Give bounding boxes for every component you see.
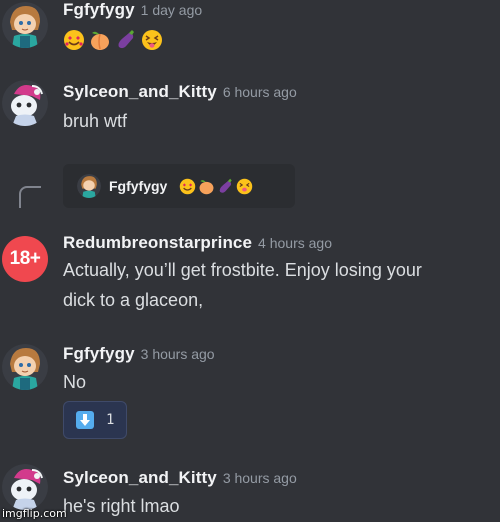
message-emojis — [63, 29, 163, 51]
smiling-face-hearts-icon — [180, 178, 196, 194]
avatar[interactable] — [2, 344, 48, 390]
squinting-tongue-face-icon — [237, 178, 253, 194]
timestamp: 3 hours ago — [140, 346, 215, 362]
reply-preview[interactable]: Fgfyfygy — [63, 164, 295, 208]
reply-avatar — [77, 174, 101, 198]
username[interactable]: Sylceon_and_Kitty — [63, 468, 217, 487]
message-header: Sylceon_and_Kitty 3 hours ago — [63, 468, 297, 488]
avatar[interactable] — [2, 464, 48, 510]
message-text: he's right lmao — [63, 496, 180, 516]
message-text: bruh wtf — [63, 111, 128, 131]
down-arrow-emoji-icon — [76, 411, 94, 429]
username[interactable]: Redumbreonstarprince — [63, 233, 252, 252]
reply-connector — [19, 186, 41, 208]
smiling-face-hearts-icon — [64, 30, 84, 50]
peach-icon — [199, 179, 214, 194]
reply-username: Fgfyfygy — [109, 178, 168, 194]
watermark: imgflip.com — [2, 507, 67, 520]
timestamp: 4 hours ago — [258, 235, 332, 251]
reaction-button[interactable]: 1 — [63, 401, 127, 439]
eggplant-icon — [220, 178, 233, 193]
eggplant-icon — [118, 30, 134, 49]
timestamp: 1 day ago — [140, 2, 203, 18]
message-header: Redumbreonstarprince 4 hours ago — [63, 233, 332, 253]
message-text-line: Actually, you’ll get frostbite. Enjoy lo… — [63, 260, 422, 280]
username[interactable]: Fgfyfygy — [63, 344, 135, 363]
timestamp: 3 hours ago — [222, 470, 297, 486]
message-header: Fgfyfygy 1 day ago — [63, 0, 202, 20]
avatar[interactable] — [2, 80, 48, 126]
reaction-count: 1 — [106, 412, 115, 428]
timestamp: 6 hours ago — [222, 84, 297, 100]
username[interactable]: Sylceon_and_Kitty — [63, 82, 217, 101]
message-text-line: dick to a glaceon, — [63, 290, 204, 310]
message-header: Sylceon_and_Kitty 6 hours ago — [63, 82, 297, 102]
avatar[interactable] — [2, 2, 48, 48]
squinting-tongue-face-icon — [142, 30, 162, 50]
avatar-18-badge[interactable]: 18+ — [2, 236, 48, 282]
message-header: Fgfyfygy 3 hours ago — [63, 344, 215, 364]
reply-emojis — [179, 178, 253, 195]
username[interactable]: Fgfyfygy — [63, 0, 135, 19]
message-text: No — [63, 372, 87, 392]
peach-icon — [91, 31, 109, 50]
